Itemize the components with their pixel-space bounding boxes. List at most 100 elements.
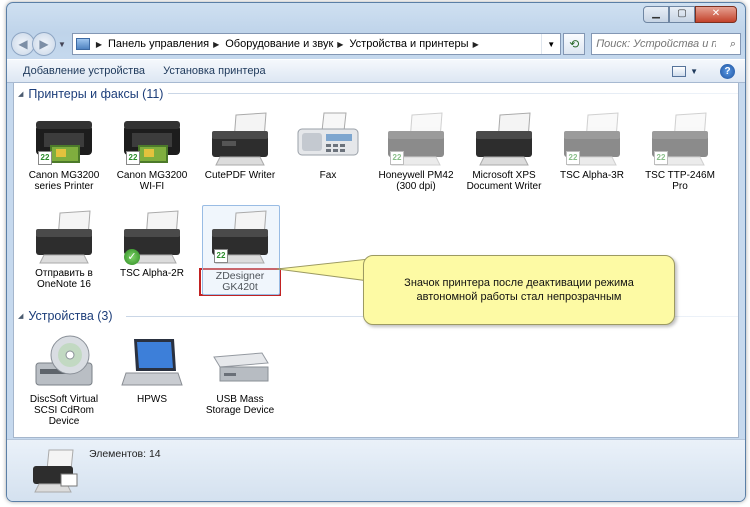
printer-item[interactable]: 22 TSC Alpha-3R — [551, 109, 633, 181]
item-count: Элементов: 14 — [89, 448, 161, 460]
printer-item-selected[interactable]: 22 ZDesigner GK420t — [199, 205, 281, 296]
device-name-line1: DiscSoft Virtual — [29, 394, 99, 405]
device-item[interactable]: HPWS — [111, 333, 193, 405]
breadcrumb-control-panel[interactable]: Панель управления — [108, 38, 209, 50]
breadcrumb-separator[interactable]: ▶ — [473, 40, 479, 49]
sync-badge-icon: 22 — [654, 151, 668, 165]
printer-name-line1: Canon MG3200 — [116, 170, 188, 181]
device-name-line1: HPWS — [137, 394, 167, 405]
printer-name-line2: (300 dpi) — [396, 181, 436, 192]
add-printer-button[interactable]: Установка принтера — [159, 63, 270, 79]
breadcrumb-hardware-sound[interactable]: Оборудование и звук — [225, 38, 333, 50]
details-pane: Элементов: 14 — [7, 439, 745, 501]
printer-name-line1: TSC Alpha-3R — [560, 170, 624, 181]
command-bar: Добавление устройства Установка принтера… — [7, 59, 745, 83]
fax-icon — [294, 109, 362, 167]
sync-badge-icon: 22 — [126, 151, 140, 165]
printer-name-line2: OneNote 16 — [37, 279, 91, 290]
printers-group-header[interactable]: ◢ Принтеры и факсы (11) — [18, 87, 163, 101]
printer-icon: 22 — [646, 109, 714, 167]
caption-buttons: ▁ ▢ ✕ — [643, 6, 737, 23]
printer-name-line1: Отправить в — [35, 268, 93, 279]
printer-name-line1: CutePDF Writer — [204, 170, 276, 181]
printer-status-icon — [33, 449, 78, 493]
inkjet-printer-icon: 22 — [30, 109, 98, 167]
printer-icon — [470, 109, 538, 167]
devices-printers-window: ▁ ▢ ✕ ◀ ▶ ▼ ▶ Панель управления ▶ Оборуд… — [6, 2, 746, 502]
forward-button[interactable]: ▶ — [31, 32, 56, 56]
printer-icon — [30, 207, 98, 265]
sync-badge-icon: 22 — [38, 151, 52, 165]
cdrom-icon — [30, 333, 98, 391]
sync-badge-icon: 22 — [214, 249, 228, 263]
callout-text-line2: автономной работы стал непрозрачным — [416, 291, 622, 303]
devices-group-header[interactable]: ◢ Устройства (3) — [18, 309, 113, 323]
printer-icon — [206, 109, 274, 167]
forward-arrow-icon: ▶ — [39, 37, 49, 51]
printer-item[interactable]: 22 Canon MG3200 WI-FI — [111, 109, 193, 192]
printer-item[interactable]: 22 Honeywell PM42 (300 dpi) — [375, 109, 457, 192]
printer-name-line2: WI-FI — [139, 181, 165, 192]
maximize-button[interactable]: ▢ — [669, 6, 695, 23]
device-name-line2: SCSI CdRom — [33, 405, 94, 416]
device-name-line1: USB Mass — [216, 394, 264, 405]
printer-name-line1: TSC TTP-246M — [645, 170, 715, 181]
minimize-button[interactable]: ▁ — [643, 6, 669, 23]
view-options-dropdown[interactable]: ▼ — [690, 67, 698, 76]
toolbar-right: ▼ ? — [672, 63, 735, 79]
collapse-arrow-icon[interactable]: ◢ — [18, 312, 23, 320]
printer-name-line2: Document Writer — [466, 181, 542, 192]
breadcrumb-separator[interactable]: ▶ — [213, 40, 219, 49]
printer-icon: ✓ — [118, 207, 186, 265]
collapse-arrow-icon[interactable]: ◢ — [18, 90, 23, 98]
printer-icon: 22 — [558, 109, 626, 167]
add-device-button[interactable]: Добавление устройства — [19, 63, 149, 79]
device-item[interactable]: USB Mass Storage Device — [199, 333, 281, 416]
breadcrumb-separator[interactable]: ▶ — [337, 40, 343, 49]
device-item[interactable]: DiscSoft Virtual SCSI CdRom Device — [23, 333, 105, 427]
search-box[interactable]: ⌕ — [591, 33, 741, 55]
printer-name-line2: series Printer — [34, 181, 94, 192]
printer-icon: 22 — [382, 109, 450, 167]
address-dropdown-button[interactable]: ▼ — [541, 34, 560, 54]
help-button[interactable]: ? — [720, 63, 735, 79]
printer-name-line2: Pro — [672, 181, 688, 192]
refresh-icon: ⟲ — [569, 37, 580, 51]
back-arrow-icon: ◀ — [18, 37, 28, 51]
breadcrumb-devices-printers[interactable]: Устройства и принтеры — [349, 38, 468, 50]
view-options-icon[interactable] — [672, 65, 687, 77]
device-name-line2: Storage Device — [205, 405, 275, 416]
printer-item[interactable]: Microsoft XPS Document Writer — [463, 109, 545, 192]
breadcrumb-separator[interactable]: ▶ — [96, 40, 102, 49]
search-icon[interactable]: ⌕ — [730, 38, 740, 51]
inkjet-printer-icon: 22 — [118, 109, 186, 167]
group-divider — [168, 93, 738, 94]
refresh-button[interactable]: ⟲ — [563, 33, 586, 55]
control-panel-icon — [75, 38, 90, 50]
printer-icon: 22 — [206, 207, 274, 265]
laptop-icon — [118, 333, 186, 391]
callout-pointer — [277, 258, 370, 282]
devices-group-title: Устройства (3) — [28, 309, 113, 323]
address-bar[interactable]: ▶ Панель управления ▶ Оборудование и зву… — [71, 33, 562, 55]
usb-drive-icon — [206, 333, 274, 391]
printer-name-line1: Canon MG3200 — [28, 170, 100, 181]
printer-name-line1: Honeywell PM42 — [378, 170, 454, 181]
printer-name-line1: Fax — [319, 170, 337, 181]
printer-name-line1: Microsoft XPS — [472, 170, 536, 181]
close-button[interactable]: ✕ — [695, 6, 737, 23]
printers-group-title: Принтеры и факсы (11) — [28, 87, 164, 101]
printer-item[interactable]: 22 TSC TTP-246M Pro — [639, 109, 721, 192]
printer-name-line1: TSC Alpha-2R — [120, 268, 184, 279]
printer-item[interactable]: Отправить в OneNote 16 — [23, 207, 105, 290]
search-input[interactable] — [596, 38, 717, 50]
default-printer-check-icon: ✓ — [124, 249, 140, 265]
printer-item[interactable]: 22 Canon MG3200 series Printer — [23, 109, 105, 192]
navigation-bar: ◀ ▶ ▼ ▶ Панель управления ▶ Оборудование… — [11, 30, 741, 58]
sync-badge-icon: 22 — [566, 151, 580, 165]
printer-item[interactable]: CutePDF Writer — [199, 109, 281, 181]
recent-pages-dropdown[interactable]: ▼ — [58, 40, 66, 49]
printer-item[interactable]: ✓ TSC Alpha-2R — [111, 207, 193, 279]
printer-item[interactable]: Fax — [287, 109, 369, 181]
callout-text-line1: Значок принтера после деактивации режима — [404, 277, 634, 289]
